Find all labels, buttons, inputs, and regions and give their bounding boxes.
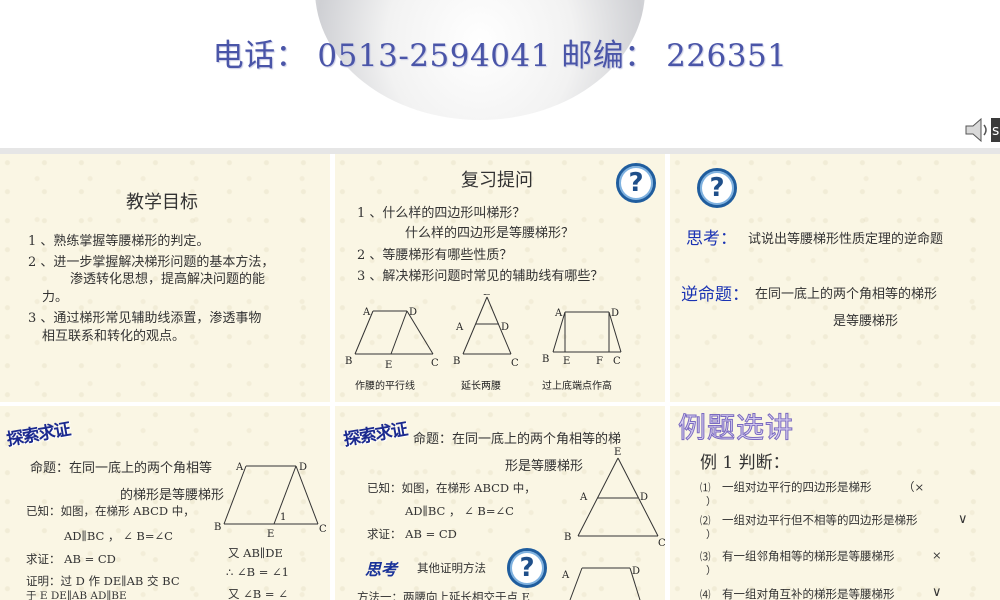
label-d: D: [501, 322, 509, 333]
slide-title: 教学目标: [126, 192, 198, 213]
judgement-close: ）: [706, 496, 717, 508]
question-icon: ?: [697, 168, 737, 208]
given-cont: AD∥BC ， ∠ B=∠C: [405, 504, 514, 518]
goal-item-2-end: 力。: [42, 290, 69, 305]
judgement-number: ⑵: [700, 515, 711, 527]
judgement-mark: ∨: [958, 512, 968, 527]
to-prove: 求证： AB = CD: [367, 527, 457, 541]
question-1: 1 、什么样的四边形叫梯形？: [357, 206, 526, 221]
slide-teaching-goals[interactable]: 教学目标 1 、熟练掌握等腰梯形的判定。 2 、进一步掌握解决梯形问题的基本方法…: [0, 154, 330, 402]
judgement-text: 一组对边平行的四边形是梯形: [722, 480, 872, 494]
converse-label: 逆命题：: [681, 285, 749, 305]
proposition: 命题：在同一底上的两个角相等: [30, 461, 213, 476]
label-a: A: [362, 307, 371, 318]
think-label: 思考：: [686, 229, 737, 249]
judgement-text: 一组对边平行但不相等的四边形是梯形: [722, 513, 918, 527]
reason-1: 又 AB∥DE: [228, 546, 283, 560]
question-1b: 什么样的四边形是等腰梯形？: [405, 226, 575, 241]
caption-extend-legs: 延长两腰: [461, 380, 501, 392]
label-b: B: [453, 356, 460, 367]
label-e: E: [483, 294, 490, 298]
label-e: E: [267, 529, 274, 540]
judgement-number: ⑴: [700, 482, 711, 494]
question-icon: ?: [616, 163, 656, 203]
label-e: E: [563, 356, 570, 367]
goal-item-3-cont: 相互联系和转化的观点。: [42, 329, 186, 344]
trapezoid-figure: A D B E C 1: [214, 462, 327, 540]
to-prove: 求证： AB = CD: [26, 552, 116, 566]
label-a: A: [235, 462, 244, 473]
judgement-text: 有一组邻角相等的梯形是等腰梯形: [722, 549, 895, 563]
judgement-close: ）: [706, 529, 717, 541]
example-title: 例题选讲: [677, 411, 795, 445]
judgement-number: ⑶: [700, 551, 711, 563]
explore-badge: 探索求证: [342, 419, 409, 451]
label-a: A: [455, 322, 464, 333]
label-c: C: [511, 358, 519, 369]
slide-title: 复习提问: [461, 170, 533, 191]
label-f: F: [596, 356, 603, 367]
slide-converse-theorem[interactable]: ? 思考： 试说出等腰梯形性质定理的逆命题 逆命题： 在同一底上的两个角相等的梯…: [670, 154, 1000, 402]
proposition-cont: 的梯形是等腰梯形: [120, 488, 225, 503]
label-b: B: [564, 532, 571, 543]
converse-text-cont: 是等腰梯形: [833, 314, 899, 329]
judgement-mark: （×: [903, 480, 925, 494]
goal-item-2-cont: 渗透转化思想，提高解决问题的能: [70, 272, 266, 287]
goal-item-1: 1 、熟练掌握等腰梯形的判定。: [28, 234, 210, 249]
angle-label-1: 1: [280, 512, 286, 523]
extended-trapezoid-figure: E A D B C A D: [561, 447, 665, 600]
example-heading: 例 1 判断：: [700, 453, 790, 473]
label-a: A: [554, 308, 563, 319]
label-e: E: [614, 447, 621, 458]
proof-line-1: 证明：过 D 作 DE∥AB 交 BC: [26, 574, 180, 588]
caption-heights: 过上底端点作高: [542, 379, 612, 392]
proof-line-2: 于 E DE∥AB AD∥BE: [26, 590, 127, 600]
label-d: D: [299, 462, 307, 473]
label-e: E: [385, 360, 392, 371]
slide-explore-proof-1[interactable]: 探索求证 命题：在同一底上的两个角相等 的梯形是等腰梯形 已知：如图，在梯形 A…: [0, 406, 330, 600]
question-2: 2 、等腰梯形有哪些性质？: [357, 248, 513, 263]
think-text: 其他证明方法: [417, 561, 486, 575]
slide-example-judgement[interactable]: 例题选讲 例 1 判断： ⑴ 一组对边平行的四边形是梯形 （× ） ⑵ 一组对边…: [670, 406, 1000, 600]
explore-badge: 探索求证: [5, 419, 72, 451]
reason-3: 又 ∠B = ∠: [228, 587, 288, 600]
label-d: D: [409, 307, 417, 318]
label-c: C: [319, 524, 327, 535]
label-d: D: [611, 308, 619, 319]
slide-explore-proof-2[interactable]: 探索求证 命题：在同一底上的两个角相等的梯 形是等腰梯形 已知：如图，在梯形 A…: [335, 406, 665, 600]
label-c: C: [431, 358, 439, 369]
converse-text: 在同一底上的两个角相等的梯形: [755, 287, 938, 302]
label-b: B: [542, 354, 549, 365]
question-icon: ?: [507, 548, 547, 588]
given: 已知：如图，在梯形 ABCD 中，: [367, 481, 536, 495]
caption-parallel-leg: 作腰的平行线: [355, 379, 415, 392]
label-b: B: [345, 356, 352, 367]
goal-item-3: 3 、通过梯形常见辅助线添置，渗透事物: [28, 311, 262, 326]
auxiliary-line-figures: A D B E C 作腰的平行线 E A D B C 延长两腰 A D B E …: [345, 294, 622, 392]
label-c: C: [613, 356, 621, 367]
label-c: C: [658, 538, 665, 549]
label-d: D: [640, 492, 648, 503]
label-a-second: A: [561, 570, 570, 581]
reason-2: ∴ ∠B = ∠1: [226, 565, 289, 579]
label-d-second: D: [632, 566, 640, 577]
svg-text:s: s: [992, 123, 999, 139]
given-cont: AD∥BC ， ∠ B=∠C: [64, 529, 173, 543]
judgement-mark: ×: [932, 548, 942, 562]
judgement-close: ）: [706, 565, 717, 577]
label-b: B: [214, 522, 221, 533]
given: 已知：如图，在梯形 ABCD 中，: [26, 504, 195, 518]
top-banner: 电话： 0513-2594041 邮编： 226351 s: [0, 0, 1000, 150]
think-text: 试说出等腰梯形性质定理的逆命题: [748, 232, 944, 247]
slide-review-questions[interactable]: 复习提问 ? 1 、什么样的四边形叫梯形？ 什么样的四边形是等腰梯形？ 2 、等…: [335, 154, 665, 402]
think-label: 思考: [365, 560, 398, 579]
contact-info: 电话： 0513-2594041 邮编： 226351: [212, 38, 788, 74]
judgement-number: ⑷: [700, 589, 711, 600]
method-1: 方法一：两腰向上延长相交于点 E: [357, 590, 531, 600]
judgement-mark: ∨: [932, 585, 942, 600]
question-3: 3 、解决梯形问题时常见的辅助线有哪些？: [357, 269, 604, 284]
judgement-text: 有一组对角互补的梯形是等腰梯形: [722, 587, 895, 600]
label-a: A: [579, 492, 588, 503]
speaker-icon[interactable]: s: [964, 115, 1000, 145]
